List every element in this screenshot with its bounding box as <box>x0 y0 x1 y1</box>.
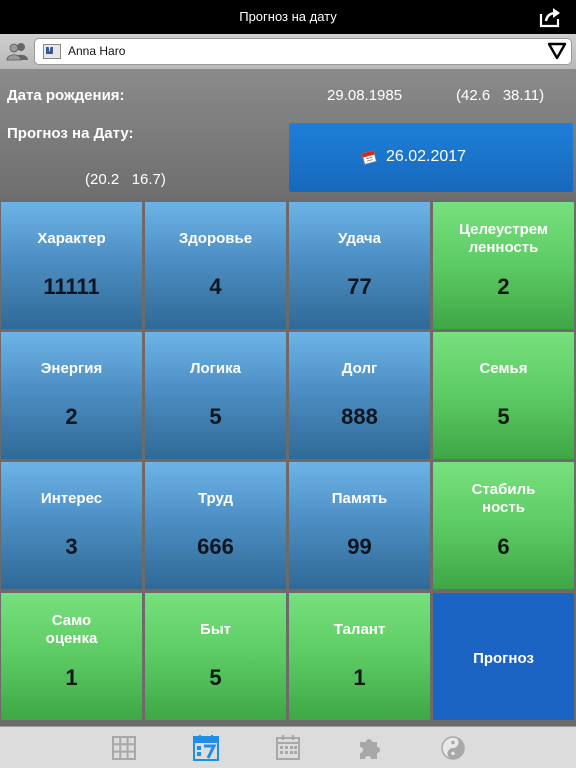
date-info-panel: Дата рождения: 29.08.1985 (42.6 38.11) П… <box>0 70 576 200</box>
tile-title: Память <box>331 490 388 507</box>
tile-luck[interactable]: Удача 77 <box>289 202 430 329</box>
tile-talent[interactable]: Талант 1 <box>289 593 430 720</box>
tile-title: Труд <box>197 490 234 507</box>
tile-value: 4 <box>209 274 222 299</box>
tile-value: 3 <box>65 534 78 559</box>
tile-interest[interactable]: Интерес 3 <box>1 462 142 589</box>
birth-date-label: Дата рождения: <box>7 87 125 104</box>
tab-yin-yang[interactable] <box>440 735 466 761</box>
tile-health[interactable]: Здоровье 4 <box>145 202 286 329</box>
forecast-button[interactable]: Прогноз <box>433 593 574 720</box>
birth-date-value: 29.08.1985 <box>327 87 403 104</box>
calendar-seven-icon <box>193 735 219 761</box>
tile-title: Само оценка <box>45 612 98 647</box>
tile-value: 2 <box>497 274 510 299</box>
calendar-icon <box>361 149 377 165</box>
forecast-date-value: 26.02.2017 <box>386 148 467 165</box>
tile-value: 5 <box>497 404 510 429</box>
tile-value: 666 <box>197 534 234 559</box>
tile-energy[interactable]: Энергия 2 <box>1 332 142 459</box>
tile-logic[interactable]: Логика 5 <box>145 332 286 459</box>
tile-purposefulness[interactable]: Целеустрем ленность 2 <box>433 202 574 329</box>
tile-value: 99 <box>347 534 372 559</box>
user-selector-bar: f Anna Haro <box>0 34 576 70</box>
tile-labor[interactable]: Труд 666 <box>145 462 286 589</box>
tile-stability[interactable]: Стабиль ность 6 <box>433 462 574 589</box>
tab-calendar[interactable] <box>275 735 301 761</box>
tile-title: Талант <box>333 621 386 638</box>
tab-puzzle[interactable] <box>357 735 383 761</box>
share-icon[interactable] <box>538 6 562 28</box>
tile-title: Семья <box>479 360 528 377</box>
grid-icon <box>112 736 136 760</box>
users-icon[interactable] <box>6 41 30 61</box>
tile-title: Удача <box>338 230 381 247</box>
tab-grid[interactable] <box>111 735 137 761</box>
forecast-date-button[interactable]: 26.02.2017 <box>289 123 573 192</box>
dropdown-arrow-icon[interactable] <box>547 42 567 60</box>
tile-value: 2 <box>65 404 78 429</box>
page-title: Прогноз на дату <box>239 9 337 24</box>
tile-household[interactable]: Быт 5 <box>145 593 286 720</box>
tile-title: Стабиль ность <box>471 481 536 516</box>
tile-duty[interactable]: Долг 888 <box>289 332 430 459</box>
tile-value: 5 <box>209 665 222 690</box>
puzzle-icon <box>360 739 380 759</box>
forecast-date-label: Прогноз на Дату: <box>7 125 134 142</box>
tile-self-esteem[interactable]: Само оценка 1 <box>1 593 142 720</box>
calendar-icon <box>276 735 300 760</box>
tile-value: 1 <box>353 665 366 690</box>
tile-title: Интерес <box>40 490 103 507</box>
user-name: Anna Haro <box>68 44 126 58</box>
tile-value: 6 <box>497 534 510 559</box>
tab-forecast[interactable] <box>193 735 219 761</box>
tile-title: Долг <box>341 360 378 377</box>
tile-value: 11111 <box>43 274 100 299</box>
tile-family[interactable]: Семья 5 <box>433 332 574 459</box>
facebook-contact-icon: f <box>43 44 61 59</box>
tile-title: Энергия <box>40 360 103 377</box>
navigation-bar: Прогноз на дату <box>0 0 576 34</box>
tile-memory[interactable]: Память 99 <box>289 462 430 589</box>
tab-bar <box>0 726 576 768</box>
tile-value: 77 <box>347 274 372 299</box>
forecast-button-label: Прогноз <box>473 650 534 667</box>
tile-value: 1 <box>65 665 78 690</box>
tile-title: Характер <box>37 230 106 247</box>
user-picker[interactable]: f Anna Haro <box>34 38 572 65</box>
forecast-coords: (20.2 16.7) <box>85 171 166 188</box>
yin-yang-icon <box>441 736 465 760</box>
birth-coords: (42.6 38.11) <box>456 87 545 104</box>
tile-value: 888 <box>341 404 378 429</box>
tile-character[interactable]: Характер 11111 <box>1 202 142 329</box>
tile-value: 5 <box>209 404 222 429</box>
tile-title: Целеустрем ленность <box>458 221 549 256</box>
tile-title: Быт <box>200 621 231 638</box>
tile-title: Логика <box>189 360 241 377</box>
tile-title: Здоровье <box>178 230 253 247</box>
